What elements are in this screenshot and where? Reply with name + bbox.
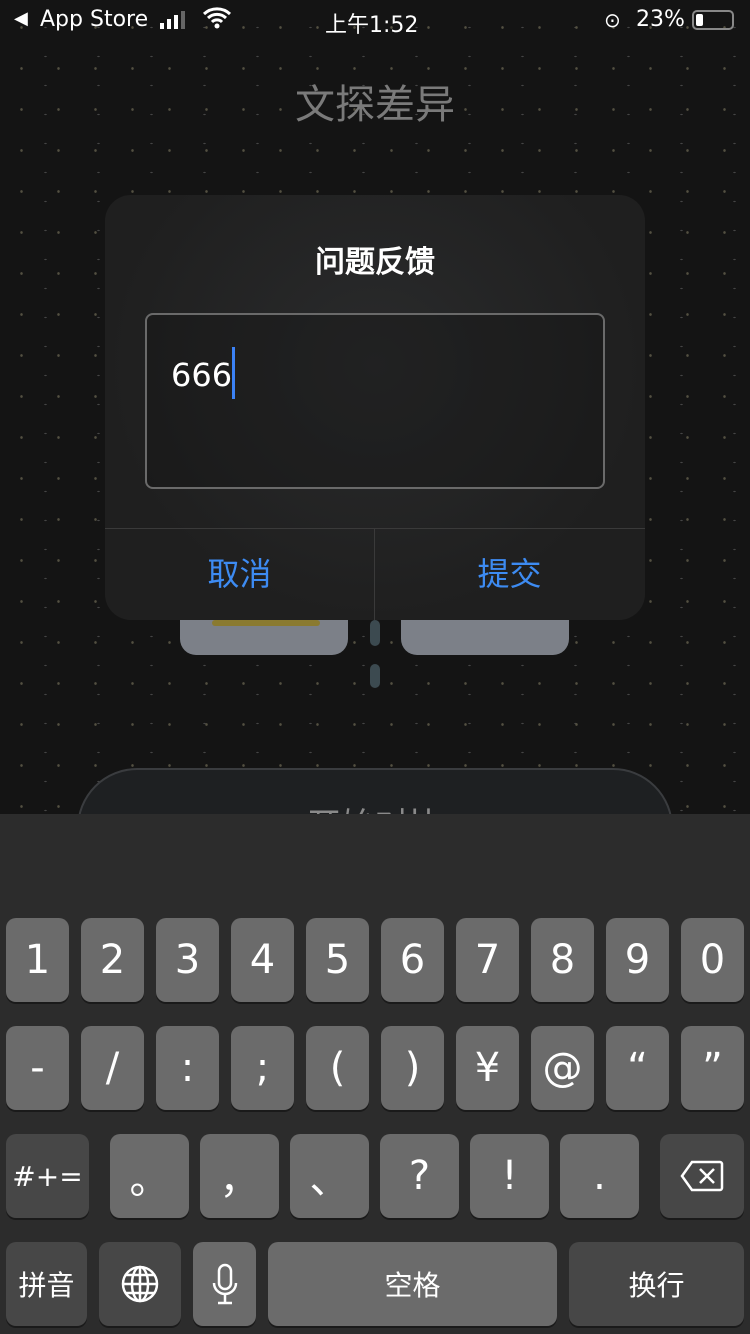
key-symbol[interactable]: ¥ xyxy=(456,1026,519,1110)
keyboard: #+= 拼音 空格 换行 1 2 3 4 5 6 7 8 9 0 - /:;() ¥ @ “” 。，、?!. xyxy=(0,814,750,1334)
key-symbol[interactable]: : xyxy=(156,1026,219,1110)
feedback-dialog: 问题反馈 666 取消 提交 xyxy=(105,195,645,620)
key-symbol[interactable]: / xyxy=(81,1026,144,1110)
symbols-key[interactable]: #+= xyxy=(6,1134,89,1218)
key-symbol[interactable]: ) xyxy=(381,1026,444,1110)
key-symbol[interactable]: “ xyxy=(606,1026,669,1110)
wifi-icon xyxy=(202,6,232,36)
feedback-input-value: 666 xyxy=(171,356,233,394)
feedback-input[interactable]: 666 xyxy=(145,313,605,489)
microphone-icon xyxy=(212,1263,237,1305)
key-0[interactable]: 0 xyxy=(681,918,744,1002)
key-symbol[interactable]: ; xyxy=(231,1026,294,1110)
orientation-lock-icon: ⊙ xyxy=(604,8,621,32)
key-3[interactable]: 3 xyxy=(156,918,219,1002)
key-punctuation[interactable]: ? xyxy=(380,1134,459,1218)
key-5[interactable]: 5 xyxy=(306,918,369,1002)
signal-icon xyxy=(160,10,186,36)
key-punctuation[interactable]: 。 xyxy=(110,1134,189,1218)
key-7[interactable]: 7 xyxy=(456,918,519,1002)
key-symbol[interactable]: @ xyxy=(531,1026,594,1110)
globe-icon xyxy=(121,1265,159,1303)
key-2[interactable]: 2 xyxy=(81,918,144,1002)
connector-dash xyxy=(370,664,380,688)
status-bar: ◀ App Store 上午1:52 ⊙ 23% xyxy=(0,0,750,40)
return-key[interactable]: 换行 xyxy=(569,1242,744,1326)
key-symbol[interactable]: ” xyxy=(681,1026,744,1110)
cancel-button[interactable]: 取消 xyxy=(105,528,374,620)
key-punctuation[interactable]: ， xyxy=(200,1134,279,1218)
dictation-key[interactable] xyxy=(193,1242,256,1326)
app-title: 文探差异 xyxy=(295,82,455,128)
backspace-icon xyxy=(680,1160,724,1192)
submit-button[interactable]: 提交 xyxy=(375,528,644,620)
key-punctuation[interactable]: 、 xyxy=(290,1134,369,1218)
back-to-app-store[interactable]: App Store xyxy=(40,7,148,32)
key-6[interactable]: 6 xyxy=(381,918,444,1002)
key-9[interactable]: 9 xyxy=(606,918,669,1002)
dialog-title: 问题反馈 xyxy=(315,245,435,280)
space-key[interactable]: 空格 xyxy=(268,1242,557,1326)
clock: 上午1:52 xyxy=(325,13,419,38)
pinyin-key[interactable]: 拼音 xyxy=(6,1242,87,1326)
key-symbol[interactable]: - xyxy=(6,1026,69,1110)
back-arrow-icon[interactable]: ◀ xyxy=(14,8,28,29)
battery-icon xyxy=(692,10,734,30)
key-punctuation[interactable]: ! xyxy=(470,1134,549,1218)
globe-key[interactable] xyxy=(99,1242,181,1326)
text-caret xyxy=(232,347,236,399)
key-punctuation[interactable]: . xyxy=(560,1134,639,1218)
delete-key[interactable] xyxy=(660,1134,744,1218)
connector-dash xyxy=(370,620,380,646)
battery-percent: 23% xyxy=(636,7,685,32)
key-symbol[interactable]: ( xyxy=(306,1026,369,1110)
key-4[interactable]: 4 xyxy=(231,918,294,1002)
key-8[interactable]: 8 xyxy=(531,918,594,1002)
key-1[interactable]: 1 xyxy=(6,918,69,1002)
